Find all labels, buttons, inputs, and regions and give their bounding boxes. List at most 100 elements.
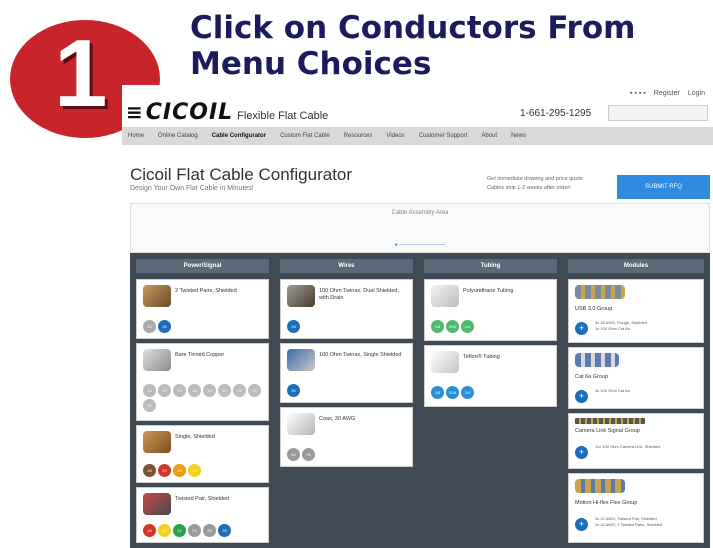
gauge-option[interactable]: 26: [203, 524, 216, 537]
module-spec: 1x 100 Ohm Cat 6a: [595, 326, 630, 331]
tubing-card-polyurethane[interactable]: Polyurethane Tubing · · · 1/8 3/16 1/4: [424, 279, 557, 341]
module-card-motion-hi-flex[interactable]: Motion Hi-flex Flex Group + 3x 22 AWG, T…: [568, 473, 704, 543]
submit-rfq-button[interactable]: SUBMIT RFQ: [617, 175, 710, 199]
module-specs: 3x 28 AWG, Rough, Shielded 1x 100 Ohm Ca…: [595, 320, 647, 332]
tubing-card-teflon[interactable]: Teflon® Tubing · · · 1/8 3/16 1/4: [424, 345, 557, 407]
conductor-card-bare-tinned-copper[interactable]: Bare Tinned Copper · · · 10 12 14 16 18 …: [136, 343, 269, 421]
step-number: 1: [54, 20, 108, 127]
phone-number: 1-661-295-1295: [520, 108, 592, 119]
module-thumbnail-icon: [575, 353, 619, 367]
gauge-options-label: · · ·: [143, 456, 150, 461]
size-option[interactable]: 1/4: [461, 386, 474, 399]
login-link[interactable]: Login: [688, 90, 705, 97]
nav-home[interactable]: Home: [128, 133, 144, 139]
gauge-option[interactable]: 26: [143, 399, 156, 412]
gauge-option[interactable]: 14: [173, 384, 186, 397]
size-option[interactable]: 1/4: [461, 320, 474, 333]
gauge-option[interactable]: 22: [173, 464, 186, 477]
gauge-option[interactable]: 18: [203, 384, 216, 397]
cable-assembly-area[interactable]: Cable Assembly Area ● ─────────────: [130, 203, 710, 253]
gauge-options-label: · · ·: [287, 312, 294, 317]
wire-card-coax[interactable]: Coax, 30 AWG · · · 50 75: [280, 407, 413, 467]
module-card-cat6a[interactable]: Cat 6a Group + 4x 100 Ohm Cat 6a: [568, 347, 704, 409]
card-title: Teflon® Tubing: [463, 354, 500, 360]
card-title: Bare Tinned Copper: [175, 352, 225, 358]
social-icons[interactable]: ▪ ▪ ▪ ▪: [630, 90, 646, 97]
site-logo[interactable]: ≡ CICOIL Flexible Flat Cable: [126, 100, 328, 125]
conductor-card-single-shielded[interactable]: Single, Shielded · · · 18 20 22 24: [136, 425, 269, 483]
gauge-option[interactable]: 24: [188, 524, 201, 537]
nav-custom-flat-cable[interactable]: Custom Flat Cable: [280, 133, 330, 139]
cable-thumbnail-icon: [287, 285, 315, 307]
module-card-usb-3[interactable]: USB 3.0 Group + 3x 28 AWG, Rough, Shield…: [568, 279, 704, 343]
card-title: 100 Ohm Twinax, Dual Shielded, with Drai…: [319, 288, 399, 301]
gauge-options: 10 12 14 16 18 20 22 24 26: [143, 384, 261, 412]
cable-thumbnail-icon: [143, 431, 171, 453]
add-module-button[interactable]: +: [575, 322, 588, 335]
size-options-label: · · ·: [431, 312, 438, 317]
nav-online-catalog[interactable]: Online Catalog: [158, 133, 198, 139]
module-spec: 2x 22 AWG, 2 Twisted Pairs, Shielded: [595, 522, 663, 527]
gauge-options-label: · · ·: [143, 376, 150, 381]
column-header-tubing: Tubing: [424, 259, 557, 273]
gauge-option[interactable]: 10: [143, 384, 156, 397]
nav-about[interactable]: About: [481, 133, 497, 139]
nav-videos[interactable]: Videos: [386, 133, 404, 139]
gauge-option[interactable]: 20: [143, 320, 156, 333]
assembly-title: Cable Assembly Area: [391, 210, 449, 216]
nav-cable-configurator[interactable]: Cable Configurator: [212, 133, 266, 139]
gauge-options: 50 75: [287, 448, 315, 461]
gauge-option[interactable]: 20: [158, 524, 171, 537]
conductor-card-2-twisted-pairs[interactable]: 2 Twisted Pairs, Shielded · · · 20 26: [136, 279, 269, 339]
gauge-options: 18 20 22 24 26 28: [143, 524, 231, 537]
add-module-button[interactable]: +: [575, 390, 588, 403]
gauge-option[interactable]: 50: [287, 448, 300, 461]
gauge-option[interactable]: 18: [143, 464, 156, 477]
register-link[interactable]: Register: [654, 90, 680, 97]
gauge-option[interactable]: 28: [287, 320, 300, 333]
size-option[interactable]: 3/16: [446, 320, 459, 333]
gauge-options-label: · · ·: [287, 440, 294, 445]
conductor-card-twisted-pair-shielded[interactable]: Twisted Pair, Shielded · · · 18 20 22 24…: [136, 487, 269, 543]
gauge-option[interactable]: 26: [158, 320, 171, 333]
module-thumbnail-icon: [575, 479, 625, 493]
search-input[interactable]: [608, 105, 708, 121]
gauge-option[interactable]: 28: [218, 524, 231, 537]
wire-card-twinax-single-shielded[interactable]: 100 Ohm Twinax, Single Shielded · · · 30: [280, 343, 413, 403]
add-module-button[interactable]: +: [575, 446, 588, 459]
add-module-button[interactable]: +: [575, 518, 588, 531]
card-title: USB 3.0 Group: [575, 306, 613, 312]
card-title: 100 Ohm Twinax, Single Shielded: [319, 352, 402, 358]
size-option[interactable]: 1/8: [431, 386, 444, 399]
size-options-label: · · ·: [431, 378, 438, 383]
cable-thumbnail-icon: [143, 285, 171, 307]
column-header-wires: Wires: [280, 259, 413, 273]
gauge-option[interactable]: 22: [173, 524, 186, 537]
gauge-option[interactable]: 20: [218, 384, 231, 397]
gauge-option[interactable]: 22: [233, 384, 246, 397]
nav-customer-support[interactable]: Customer Support: [419, 133, 468, 139]
size-option[interactable]: 1/8: [431, 320, 444, 333]
module-card-camera-link[interactable]: Camera Link Signal Group + 11x 100 Ohm C…: [568, 413, 704, 469]
component-board: Power/Signal Wires Tubing Modules 2 Twis…: [130, 253, 710, 548]
gauge-option[interactable]: 24: [188, 464, 201, 477]
card-title: Single, Shielded: [175, 434, 215, 440]
nav-resources[interactable]: Resources: [344, 133, 373, 139]
gauge-option[interactable]: 30: [287, 384, 300, 397]
gauge-option[interactable]: 12: [158, 384, 171, 397]
gauge-option[interactable]: 75: [302, 448, 315, 461]
column-header-modules: Modules: [568, 259, 704, 273]
feature-bullets: Get immediate drawing and price quote Ca…: [487, 175, 583, 193]
gauge-option[interactable]: 20: [158, 464, 171, 477]
size-option[interactable]: 3/16: [446, 386, 459, 399]
gauge-options: 20 26: [143, 320, 171, 333]
card-title: Coax, 30 AWG: [319, 416, 356, 422]
cable-thumbnail-icon: [143, 349, 171, 371]
top-links: ▪ ▪ ▪ ▪ Register Login: [630, 90, 705, 97]
gauge-option[interactable]: 18: [143, 524, 156, 537]
nav-news[interactable]: News: [511, 133, 526, 139]
module-specs: 4x 100 Ohm Cat 6a: [595, 388, 630, 394]
gauge-option[interactable]: 16: [188, 384, 201, 397]
gauge-option[interactable]: 24: [248, 384, 261, 397]
wire-card-twinax-dual-shielded[interactable]: 100 Ohm Twinax, Dual Shielded, with Drai…: [280, 279, 413, 339]
